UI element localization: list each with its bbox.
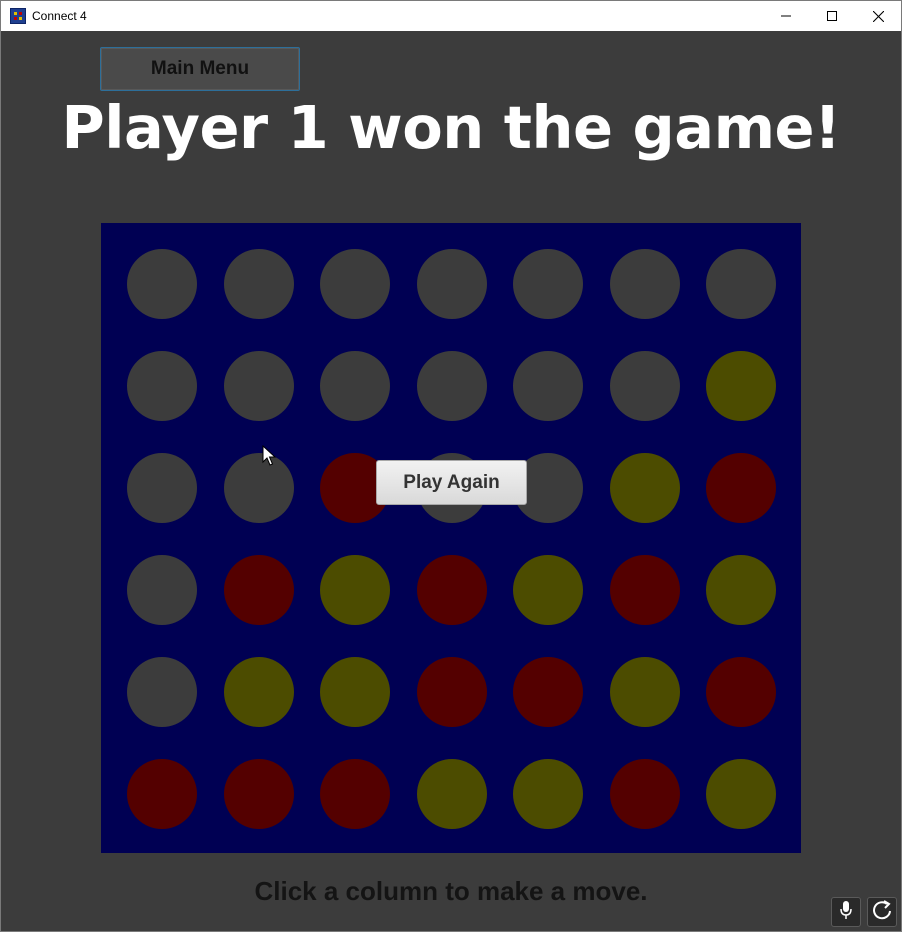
empty-slot[interactable] [223,249,294,319]
empty-slot[interactable] [416,249,487,319]
app-window: Connect 4 Main Menu Player 1 won the gam… [0,0,902,932]
red-disc[interactable] [706,453,776,523]
minimize-button[interactable] [763,1,809,31]
empty-slot[interactable] [223,351,294,421]
yellow-disc[interactable] [320,555,390,625]
play-again-button[interactable]: Play Again [376,460,527,505]
yellow-disc[interactable] [706,351,776,421]
game-board[interactable] [101,223,801,853]
red-disc[interactable] [513,657,583,727]
empty-slot[interactable] [127,453,197,523]
refresh-icon [871,899,893,925]
connect4-app-icon [10,8,26,24]
empty-slot[interactable] [416,351,487,421]
maximize-button[interactable] [809,1,855,31]
empty-slot[interactable] [223,453,294,523]
yellow-disc[interactable] [609,453,680,523]
title-bar[interactable]: Connect 4 [1,1,901,31]
yellow-disc[interactable] [416,759,487,829]
red-disc[interactable] [706,657,776,727]
empty-slot[interactable] [127,351,197,421]
empty-slot[interactable] [609,249,680,319]
window-title: Connect 4 [32,9,87,23]
yellow-disc[interactable] [320,657,390,727]
red-disc[interactable] [416,657,487,727]
empty-slot[interactable] [320,249,390,319]
microphone-button[interactable] [831,897,861,927]
minimize-icon [781,11,791,21]
game-result-heading: Player 1 won the game! [61,93,841,162]
microphone-icon [839,900,853,924]
red-disc[interactable] [127,759,197,829]
yellow-disc[interactable] [609,657,680,727]
empty-slot[interactable] [127,249,197,319]
red-disc[interactable] [223,759,294,829]
red-disc[interactable] [609,759,680,829]
empty-slot[interactable] [127,657,197,727]
empty-slot[interactable] [127,555,197,625]
main-menu-button[interactable]: Main Menu [100,47,300,91]
red-disc[interactable] [416,555,487,625]
mouse-cursor-icon [262,444,277,471]
red-disc[interactable] [223,555,294,625]
yellow-disc[interactable] [706,555,776,625]
red-disc[interactable] [320,759,390,829]
empty-slot[interactable] [706,249,776,319]
empty-slot[interactable] [609,351,680,421]
refresh-button[interactable] [867,897,897,927]
empty-slot[interactable] [513,351,583,421]
empty-slot[interactable] [320,351,390,421]
maximize-icon [827,11,837,21]
empty-slot[interactable] [513,249,583,319]
status-message: Click a column to make a move. [254,876,648,906]
yellow-disc[interactable] [513,759,583,829]
red-disc[interactable] [609,555,680,625]
yellow-disc[interactable] [706,759,776,829]
close-icon [872,10,884,22]
close-button[interactable] [855,1,901,31]
yellow-disc[interactable] [513,555,583,625]
yellow-disc[interactable] [223,657,294,727]
